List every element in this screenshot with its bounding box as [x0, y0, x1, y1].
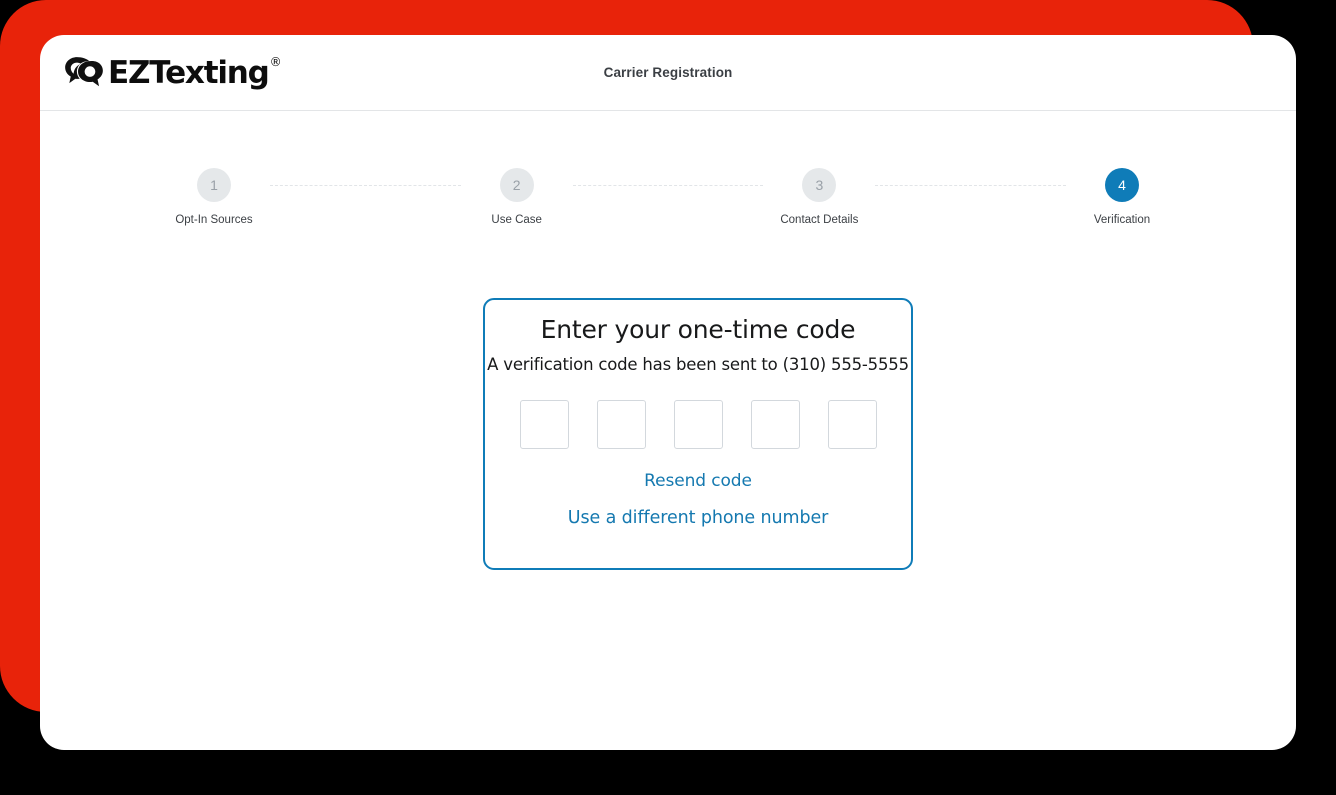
- step-connector-2-3: [572, 185, 764, 187]
- eztexting-speech-bubble-logo-icon: [62, 55, 106, 91]
- use-different-phone-number-link[interactable]: Use a different phone number: [485, 508, 911, 528]
- step-1-label: Opt-In Sources: [175, 214, 253, 226]
- app-header: Carrier Registration EZTexting ®: [40, 35, 1296, 111]
- otp-card-subtitle: A verification code has been sent to (31…: [487, 355, 909, 374]
- step-4-number: 4: [1105, 168, 1140, 202]
- resend-code-link[interactable]: Resend code: [485, 471, 911, 491]
- otp-code-inputs: [485, 400, 911, 449]
- step-connector-3-4: [875, 185, 1067, 187]
- otp-digit-input-4[interactable]: [750, 400, 800, 449]
- otp-digit-input-2[interactable]: [596, 400, 646, 449]
- step-3-contact-details[interactable]: 3 Contact Details: [763, 168, 875, 226]
- step-3-label: Contact Details: [780, 214, 859, 226]
- progress-stepper: 1 Opt-In Sources 2 Use Case 3 Contact De…: [40, 168, 1296, 268]
- one-time-code-card: Enter your one-time code A verification …: [483, 298, 913, 570]
- step-4-verification[interactable]: 4 Verification: [1066, 168, 1178, 226]
- step-2-label: Use Case: [491, 214, 542, 226]
- app-window: Carrier Registration EZTexting ® 1 Opt-I…: [40, 35, 1296, 750]
- step-4-label: Verification: [1093, 214, 1151, 226]
- step-connector-1-2: [270, 185, 461, 187]
- otp-digit-input-1[interactable]: [519, 400, 569, 449]
- screen: Carrier Registration EZTexting ® 1 Opt-I…: [0, 0, 1336, 795]
- brand-logo-text: EZTexting: [108, 55, 270, 91]
- step-2-use-case[interactable]: 2 Use Case: [461, 168, 573, 226]
- step-2-number: 2: [499, 168, 534, 202]
- otp-card-title: Enter your one-time code: [540, 315, 856, 344]
- step-1-opt-in-sources[interactable]: 1 Opt-In Sources: [158, 168, 270, 226]
- otp-card-links: Resend code Use a different phone number: [485, 471, 911, 528]
- otp-digit-input-3[interactable]: [673, 400, 723, 449]
- step-3-number: 3: [802, 168, 837, 202]
- otp-digit-input-5[interactable]: [827, 400, 877, 449]
- registered-trademark-icon: ®: [269, 55, 282, 69]
- step-1-number: 1: [197, 168, 231, 202]
- brand-logo[interactable]: EZTexting ®: [62, 55, 282, 95]
